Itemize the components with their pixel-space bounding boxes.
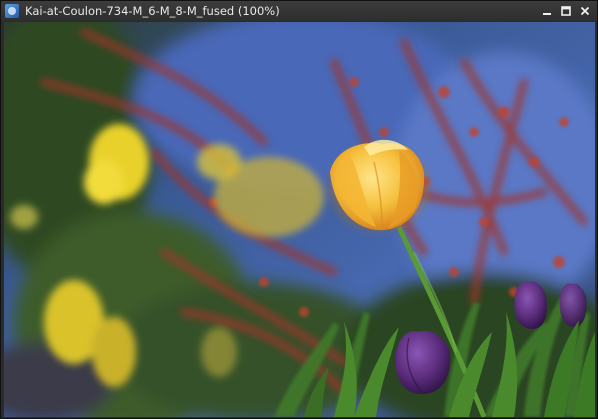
tulip-photo <box>4 22 595 417</box>
window-controls <box>540 4 592 18</box>
image-canvas[interactable] <box>4 22 595 417</box>
title-bar[interactable]: Kai-at-Coulon-734-M_6-M_8-M_fused (100%) <box>1 1 597 21</box>
window-title: Kai-at-Coulon-734-M_6-M_8-M_fused (100%) <box>25 4 280 18</box>
minimize-icon[interactable] <box>540 4 554 18</box>
yellow-tulip <box>329 139 429 231</box>
maximize-icon[interactable] <box>559 4 573 18</box>
app-icon[interactable] <box>5 4 19 18</box>
image-window: Kai-at-Coulon-734-M_6-M_8-M_fused (100%) <box>0 0 598 419</box>
close-icon[interactable] <box>578 4 592 18</box>
